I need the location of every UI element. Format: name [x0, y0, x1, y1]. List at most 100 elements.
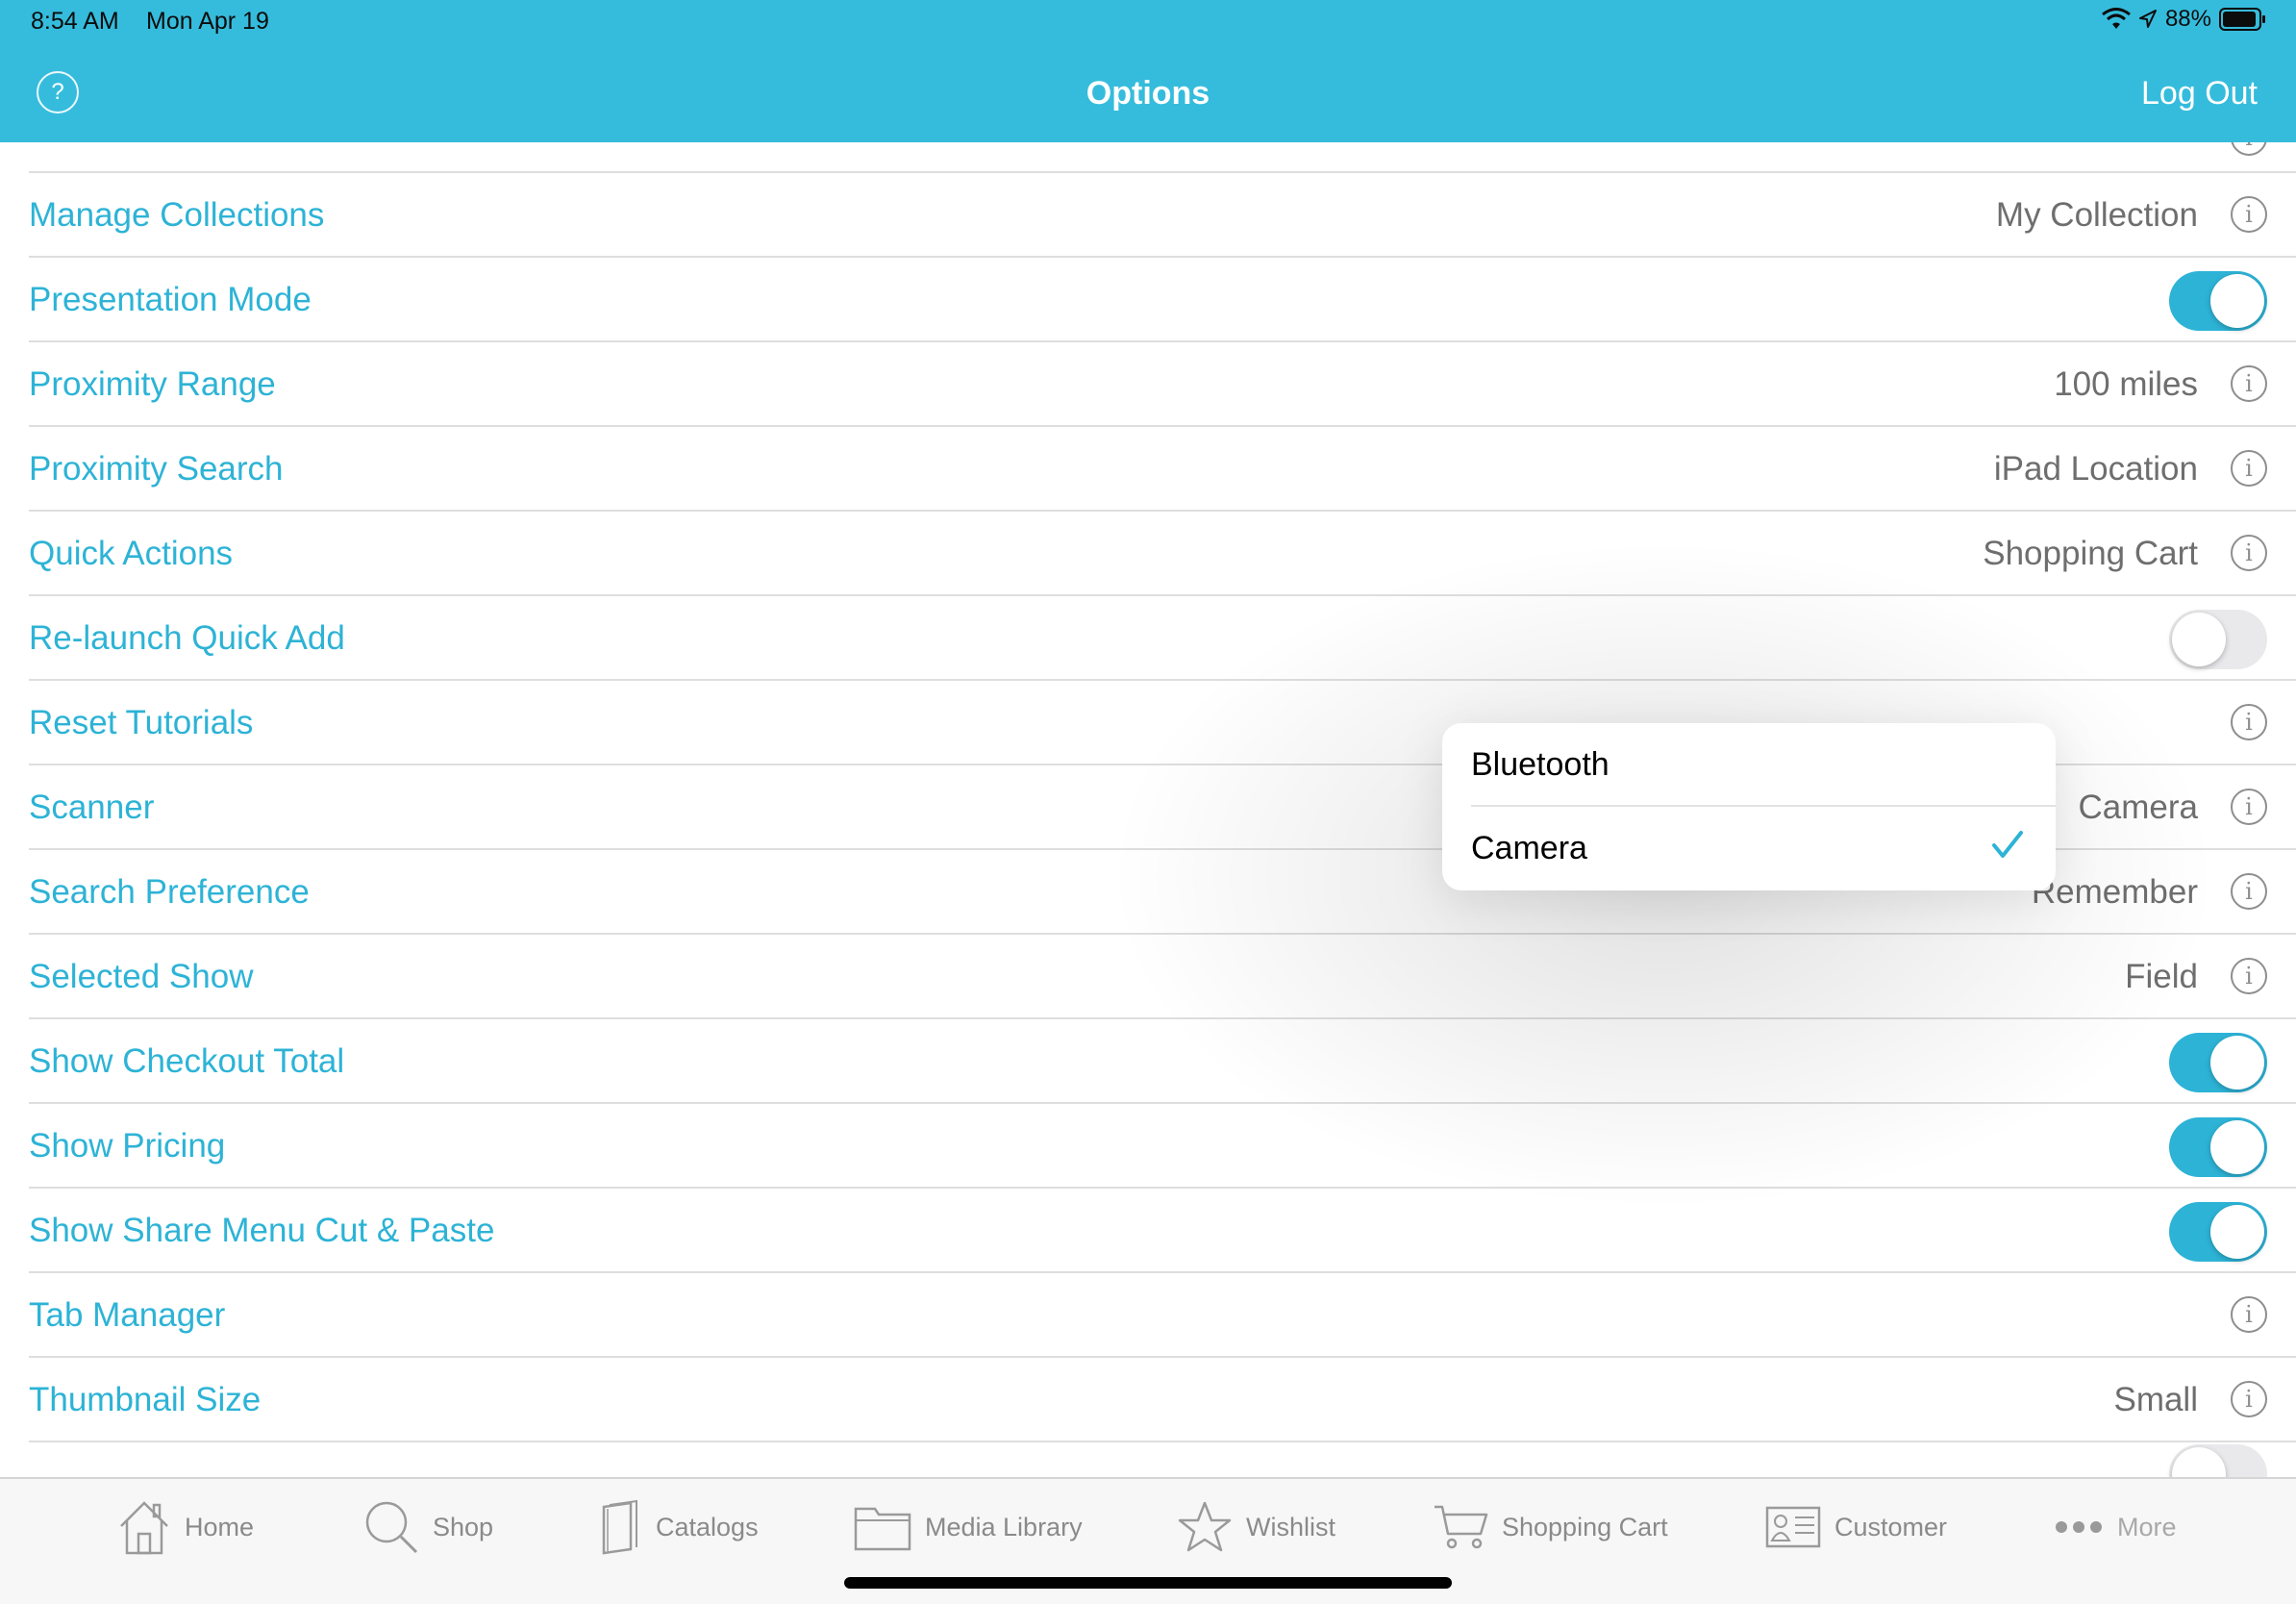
battery-icon	[2219, 8, 2265, 31]
info-icon[interactable]: i	[2231, 1381, 2267, 1417]
show-pricing-toggle[interactable]	[2169, 1117, 2267, 1177]
tab-label: Home	[185, 1512, 255, 1541]
toggle-knob	[2172, 613, 2226, 666]
info-icon[interactable]: i	[2231, 450, 2267, 487]
tab-label: More	[2117, 1512, 2177, 1541]
row-label: Reset Tutorials	[29, 704, 254, 741]
popover-option-bluetooth[interactable]: Bluetooth	[1471, 723, 2056, 807]
checkmark-icon	[1992, 831, 2023, 858]
row-label: Selected Show	[29, 958, 254, 995]
cart-icon	[1435, 1505, 1488, 1549]
row-value: Small	[2113, 1381, 2198, 1418]
option-label: Bluetooth	[1471, 746, 1610, 783]
partial-row-bottom	[29, 1441, 2296, 1477]
row-value: Shopping Cart	[1983, 535, 2198, 572]
tab-label: Shop	[433, 1512, 494, 1541]
row-label: Show Share Menu Cut & Paste	[29, 1212, 495, 1249]
show-share-menu-toggle[interactable]	[2169, 1202, 2267, 1262]
tab-wishlist[interactable]: Wishlist	[1177, 1498, 1335, 1556]
home-indicator	[844, 1577, 1452, 1589]
row-proximity-range[interactable]: Proximity Range 100 miles i	[29, 342, 2296, 427]
relaunch-quick-add-toggle[interactable]	[2169, 610, 2267, 669]
row-label: Manage Collections	[29, 196, 325, 234]
info-icon[interactable]: i	[2231, 196, 2267, 233]
row-value: My Collection	[1995, 196, 2198, 234]
status-date: Mon Apr 19	[146, 8, 269, 35]
tab-home[interactable]: Home	[117, 1498, 254, 1556]
popover-option-camera[interactable]: Camera	[1442, 807, 2056, 890]
toggle-knob	[2210, 274, 2264, 328]
row-value: Remember	[2031, 873, 2198, 911]
info-icon[interactable]: i	[2231, 365, 2267, 402]
folder-icon	[854, 1507, 911, 1551]
scanner-popover: Bluetooth Camera	[1442, 723, 2056, 890]
location-arrow-icon	[2138, 10, 2157, 28]
row-label: Re-launch Quick Add	[29, 619, 345, 657]
tab-shop[interactable]: Shop	[363, 1498, 493, 1556]
row-tab-manager[interactable]: Tab Manager i	[29, 1273, 2296, 1358]
search-icon	[365, 1501, 418, 1554]
home-icon	[120, 1501, 168, 1555]
tab-media-library[interactable]: Media Library	[854, 1498, 1083, 1556]
log-out-button[interactable]: Log Out	[2141, 75, 2258, 113]
row-label: Tab Manager	[29, 1296, 226, 1334]
catalog-icon	[602, 1499, 637, 1555]
tab-shopping-cart[interactable]: Shopping Cart	[1433, 1498, 1668, 1556]
row-value: Field	[2125, 958, 2198, 995]
tab-label: Catalogs	[656, 1512, 759, 1541]
status-time: 8:54 AM	[31, 8, 119, 35]
battery-percent: 88%	[2164, 6, 2211, 32]
option-label: Camera	[1471, 830, 1587, 866]
toggle-knob	[2210, 1205, 2264, 1259]
customer-card-icon	[1765, 1506, 1821, 1548]
tab-label: Shopping Cart	[1502, 1512, 1668, 1541]
row-show-share-menu: Show Share Menu Cut & Paste	[29, 1189, 2296, 1273]
row-thumbnail-size[interactable]: Thumbnail Size Small i	[29, 1358, 2296, 1442]
show-checkout-total-toggle[interactable]	[2169, 1033, 2267, 1092]
row-label: Search Preference	[29, 873, 310, 911]
row-label: Presentation Mode	[29, 281, 312, 318]
row-label: Proximity Range	[29, 365, 276, 403]
status-indicators: 88%	[2102, 6, 2267, 33]
row-quick-actions[interactable]: Quick Actions Shopping Cart i	[29, 512, 2296, 596]
row-value: iPad Location	[1993, 450, 2198, 488]
row-presentation-mode: Presentation Mode	[29, 258, 2296, 342]
info-icon[interactable]: i	[2231, 958, 2267, 994]
navigation-header: 8:54 AM Mon Apr 19 88% ? Options Log Out	[0, 0, 2296, 142]
row-show-pricing: Show Pricing	[29, 1104, 2296, 1189]
row-selected-show[interactable]: Selected Show Field i	[29, 935, 2296, 1019]
row-show-checkout-total: Show Checkout Total	[29, 1019, 2296, 1104]
row-label: Quick Actions	[29, 535, 234, 572]
info-icon[interactable]: i	[2231, 704, 2267, 740]
presentation-mode-toggle[interactable]	[2169, 271, 2267, 331]
partial-toggle[interactable]	[2169, 1444, 2267, 1477]
row-proximity-search[interactable]: Proximity Search iPad Location i	[29, 427, 2296, 512]
page-title: Options	[1086, 75, 1210, 112]
toggle-knob	[2210, 1120, 2264, 1174]
row-value: 100 miles	[2054, 365, 2198, 403]
star-icon	[1178, 1501, 1232, 1552]
partial-row-top: i	[29, 142, 2296, 173]
row-manage-collections[interactable]: Manage Collections My Collection i	[29, 173, 2296, 258]
row-relaunch-quick-add: Re-launch Quick Add	[29, 596, 2296, 681]
row-label: Thumbnail Size	[29, 1381, 262, 1418]
toggle-knob	[2172, 1447, 2226, 1477]
row-label: Show Pricing	[29, 1127, 226, 1165]
info-icon[interactable]: i	[2231, 535, 2267, 571]
toggle-knob	[2210, 1036, 2264, 1090]
tab-label: Wishlist	[1246, 1512, 1335, 1541]
row-label: Show Checkout Total	[29, 1042, 345, 1080]
wifi-icon	[2102, 8, 2131, 29]
info-icon[interactable]: i	[2231, 1296, 2267, 1333]
row-label: Scanner	[29, 789, 155, 826]
tab-customer[interactable]: Customer	[1765, 1498, 1947, 1556]
row-value: Camera	[2078, 789, 2198, 826]
info-icon[interactable]: i	[2231, 789, 2267, 825]
tab-label: Media Library	[925, 1512, 1083, 1541]
row-label: Proximity Search	[29, 450, 284, 488]
info-icon[interactable]: i	[2231, 873, 2267, 910]
info-icon[interactable]: i	[2231, 142, 2267, 156]
tab-catalogs[interactable]: Catalogs	[600, 1498, 759, 1556]
tab-label: Customer	[1834, 1512, 1948, 1541]
tab-more[interactable]: More	[2054, 1498, 2177, 1556]
